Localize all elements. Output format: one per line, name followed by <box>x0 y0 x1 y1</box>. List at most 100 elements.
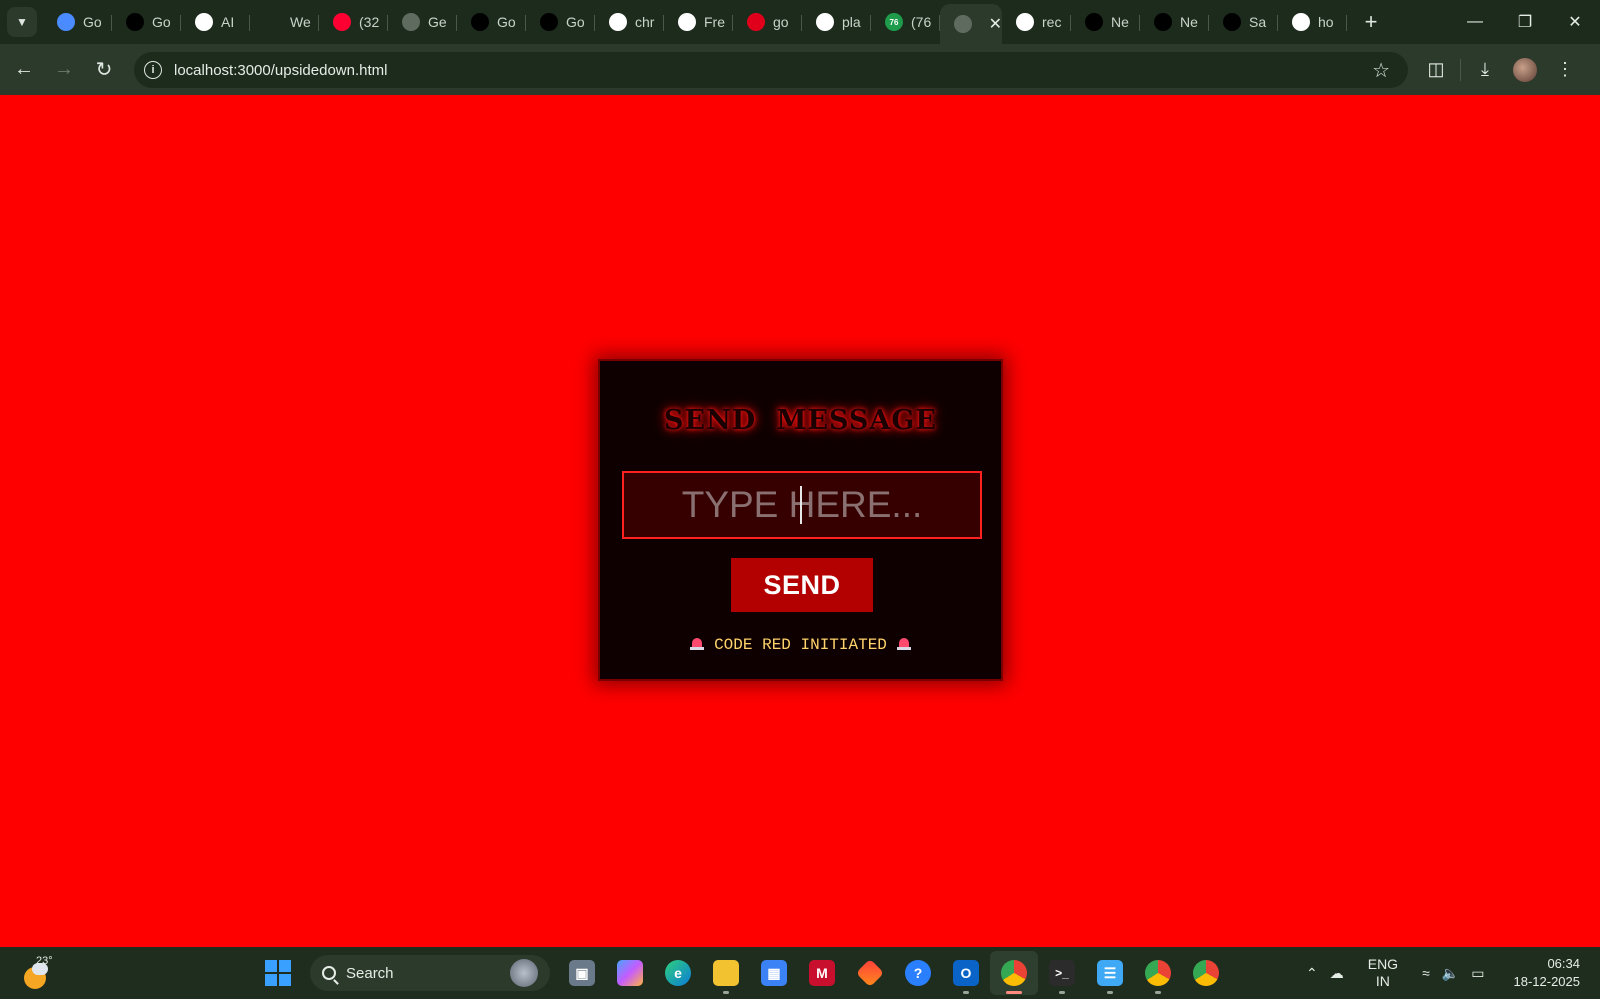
tab-title: Go <box>152 14 171 30</box>
notepad-button[interactable]: ☰ <box>1086 951 1134 995</box>
browser-tab[interactable]: pla <box>802 5 871 39</box>
youtube-icon <box>333 13 351 31</box>
chrome-button[interactable] <box>1182 951 1230 995</box>
back-button[interactable]: ← <box>4 50 44 90</box>
help-icon: ? <box>905 960 931 986</box>
close-tab-icon[interactable]: ✕ <box>989 14 1002 34</box>
onedrive-icon[interactable]: ☁ <box>1330 965 1344 982</box>
taskbar-search[interactable]: Search <box>310 955 550 991</box>
system-tray: ⌃ ☁ ENG IN ≈ 🔈 ▭ <box>1300 947 1490 999</box>
volume-icon[interactable]: 🔈 <box>1442 965 1459 982</box>
restore-icon[interactable]: ❐ <box>1500 0 1550 44</box>
wifi-icon[interactable]: ≈ <box>1422 965 1430 981</box>
address-url[interactable]: localhost:3000/upsidedown.html <box>174 62 387 79</box>
siren-icon <box>896 635 911 651</box>
external-app-icon <box>540 13 558 31</box>
start-button[interactable] <box>254 951 302 995</box>
tab-title: go <box>773 14 789 30</box>
browser-tab[interactable]: chr <box>595 5 664 39</box>
site-info-icon[interactable]: i <box>144 61 162 79</box>
send-button[interactable]: SEND <box>731 558 873 612</box>
edge-button[interactable]: e <box>654 951 702 995</box>
tab-title: Ne <box>1180 14 1198 30</box>
arrow-left-icon: ← <box>14 58 34 80</box>
n-app-icon <box>747 13 765 31</box>
notepad-icon: ☰ <box>1097 960 1123 986</box>
browser-tab[interactable]: (32 <box>319 5 388 39</box>
chevron-up-icon[interactable]: ⌃ <box>1306 965 1318 982</box>
profile-avatar[interactable] <box>1513 57 1537 82</box>
search-icon <box>322 966 336 980</box>
triangle-icon <box>1085 13 1103 31</box>
browser-tab[interactable]: ho <box>1278 5 1347 39</box>
app-diamond-button[interactable] <box>846 951 894 995</box>
reload-button[interactable]: ↻ <box>84 50 124 90</box>
globe-icon <box>954 15 972 33</box>
browser-tab[interactable]: ✕ <box>940 4 1002 44</box>
extensions-icon[interactable]: ◫ <box>1416 50 1456 90</box>
mcafee-button[interactable]: M <box>798 951 846 995</box>
browser-tab[interactable]: Sa <box>1209 5 1278 39</box>
card-title: SEND MESSAGE <box>663 405 938 436</box>
chrome-profile-button[interactable] <box>1134 951 1182 995</box>
outlook-button[interactable]: O <box>942 951 990 995</box>
browser-tab[interactable]: Ne <box>1140 5 1209 39</box>
weather-widget[interactable]: 23° <box>22 955 62 991</box>
tab-title: Ne <box>1111 14 1129 30</box>
file-explorer-button[interactable] <box>702 951 750 995</box>
browser-tab[interactable]: Go <box>457 5 526 39</box>
browser-tab[interactable]: Ge <box>388 5 457 39</box>
terminal-button[interactable]: >_ <box>1038 951 1086 995</box>
bars-icon <box>678 13 696 31</box>
more-menu-icon[interactable]: ⋮ <box>1545 50 1585 90</box>
battery-icon[interactable]: ▭ <box>1471 965 1484 982</box>
browser-tab[interactable]: rec <box>1002 5 1071 39</box>
browser-tab[interactable]: go <box>733 5 802 39</box>
chrome-icon <box>1145 960 1171 986</box>
chrome-active-button[interactable] <box>990 951 1038 995</box>
close-window-icon[interactable]: ✕ <box>1550 0 1600 44</box>
new-tab-button[interactable]: + <box>1359 9 1383 35</box>
address-bar[interactable]: i localhost:3000/upsidedown.html ☆ <box>134 52 1408 88</box>
siren-icon <box>690 635 705 651</box>
task-view-button[interactable]: ▣ <box>558 951 606 995</box>
store-button[interactable]: ▦ <box>750 951 798 995</box>
tab-search-button[interactable]: ▼ <box>7 7 37 37</box>
language-indicator[interactable]: ENG IN <box>1362 956 1404 990</box>
taskbar-apps: Search ▣ e ▦ M ? O >_ ☰ <box>254 947 1230 999</box>
google-icon <box>816 13 834 31</box>
counter-icon: 76 <box>885 13 903 31</box>
browser-tab[interactable]: We <box>250 5 319 39</box>
google-icon <box>1016 13 1034 31</box>
store-icon: ▦ <box>761 960 787 986</box>
browser-tab[interactable]: AI <box>181 5 250 39</box>
browser-tab[interactable]: Go <box>112 5 181 39</box>
tab-title: Go <box>497 14 516 30</box>
external-app-icon <box>471 13 489 31</box>
forward-button[interactable]: → <box>44 50 84 90</box>
chevron-down-icon: ▼ <box>16 15 28 29</box>
tab-title: Fre <box>704 14 725 30</box>
folder-icon <box>713 960 739 986</box>
message-input[interactable] <box>622 471 982 539</box>
terminal-icon: >_ <box>1049 960 1075 986</box>
browser-tab[interactable]: Fre <box>664 5 733 39</box>
mcafee-icon: M <box>809 960 835 986</box>
window-controls: — ❐ ✕ <box>1450 0 1600 44</box>
copilot-button[interactable] <box>606 951 654 995</box>
tab-title: rec <box>1042 14 1062 30</box>
browser-tab[interactable]: Go <box>43 5 112 39</box>
tab-title: AI <box>221 14 235 30</box>
browser-tab[interactable]: Ne <box>1071 5 1140 39</box>
browser-tab[interactable]: Go <box>526 5 595 39</box>
help-button[interactable]: ? <box>894 951 942 995</box>
taskbar-clock[interactable]: 06:34 18-12-2025 <box>1514 955 1581 991</box>
browser-tab[interactable]: 76 (76 <box>871 5 940 39</box>
bookmark-star-icon[interactable]: ☆ <box>1372 58 1390 83</box>
gemini-icon <box>57 13 75 31</box>
openai-icon <box>264 13 282 31</box>
minimize-icon[interactable]: — <box>1450 0 1500 44</box>
globe-icon <box>402 13 420 31</box>
download-icon[interactable]: ⤓ <box>1465 50 1505 90</box>
language-bottom: IN <box>1375 973 1390 989</box>
